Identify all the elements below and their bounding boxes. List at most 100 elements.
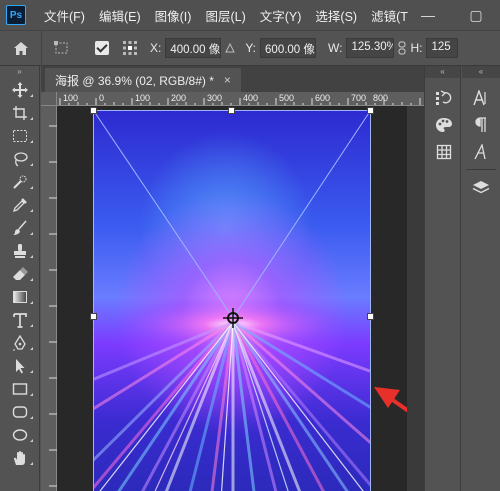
palette-icon xyxy=(435,117,452,132)
width-scale-input[interactable]: 125.30% xyxy=(346,38,395,58)
menu-select[interactable]: 选择(S) xyxy=(315,6,357,25)
eyedropper-tool[interactable] xyxy=(0,193,40,216)
grid-panel-button[interactable] xyxy=(425,138,462,165)
h-label: H: xyxy=(410,41,423,55)
panel-icons-column-2: « xyxy=(462,66,500,491)
link-icon xyxy=(398,41,406,55)
reference-point-crosshair-icon[interactable] xyxy=(223,308,243,328)
eraser-icon xyxy=(13,266,28,280)
link-proportions-button[interactable] xyxy=(394,30,410,66)
paragraph-panel-button[interactable] xyxy=(462,111,499,138)
menu-edit[interactable]: 编辑(E) xyxy=(99,6,141,25)
transform-handle-middle-right[interactable] xyxy=(367,313,374,320)
quick-select-tool[interactable] xyxy=(0,170,40,193)
rect-marquee-icon xyxy=(13,129,27,142)
character-panel-button[interactable] xyxy=(462,84,499,111)
checkbox-checked-icon xyxy=(95,41,109,55)
collapse-panels-icon[interactable]: « xyxy=(425,66,460,78)
document-tab[interactable]: 海报 @ 36.9% (02, RGB/8#) * × xyxy=(45,68,241,92)
transform-handle-top-center[interactable] xyxy=(228,107,235,114)
history-icon xyxy=(435,89,451,105)
menu-file[interactable]: 文件(F) xyxy=(44,6,85,25)
annotation-arrow-icon xyxy=(374,387,407,413)
type-tool[interactable] xyxy=(0,308,40,331)
lasso-tool[interactable] xyxy=(0,147,40,170)
hand-tool[interactable] xyxy=(0,446,40,469)
clone-stamp-tool[interactable] xyxy=(0,239,40,262)
collapse-panels-icon[interactable]: « xyxy=(462,66,500,78)
home-button[interactable] xyxy=(0,30,42,66)
brush-icon xyxy=(13,219,27,235)
panel-separator xyxy=(466,169,496,170)
move-icon xyxy=(12,81,28,98)
paragraph-icon xyxy=(474,116,486,132)
vertical-ruler[interactable] xyxy=(41,106,57,491)
minimize-button[interactable]: — xyxy=(404,0,452,30)
menu-image[interactable]: 图像(I) xyxy=(155,6,192,25)
ruler-label: 0 xyxy=(99,93,105,103)
document-tab-title: 海报 @ 36.9% (02, RGB/8#) * xyxy=(55,73,214,88)
x-position-input[interactable]: 400.00 像 xyxy=(165,38,222,58)
maximize-button[interactable]: ▢ xyxy=(452,0,500,30)
glyphs-icon xyxy=(473,143,486,159)
transform-handle-top-right[interactable] xyxy=(367,107,374,114)
hand-icon xyxy=(14,450,25,465)
rectangle-icon xyxy=(12,382,28,395)
transform-tool-icon[interactable] xyxy=(48,30,76,66)
clone-stamp-icon xyxy=(14,243,26,258)
transform-handle-top-left[interactable] xyxy=(90,107,97,114)
reference-point-locator[interactable] xyxy=(116,30,144,66)
menu-layer[interactable]: 图层(L) xyxy=(205,6,245,25)
menu-filter[interactable]: 滤镜(T xyxy=(371,6,408,25)
ruler-label: 100 xyxy=(63,93,79,103)
ruler-ticks xyxy=(59,98,421,105)
height-scale-input[interactable]: 125 xyxy=(426,38,459,58)
pen-tool[interactable] xyxy=(0,331,40,354)
canvas-area[interactable] xyxy=(57,106,407,491)
y-position-input[interactable]: 600.00 像 xyxy=(260,38,317,58)
transform-icon xyxy=(54,41,68,54)
brush-tool[interactable] xyxy=(0,216,40,239)
ellipse-tool[interactable] xyxy=(0,423,40,446)
vertical-scrollbar[interactable] xyxy=(407,106,424,491)
swatches-panel-button[interactable] xyxy=(425,111,462,138)
ruler-label: 600 xyxy=(315,93,331,103)
lasso-icon xyxy=(14,151,28,167)
move-tool[interactable] xyxy=(0,78,40,101)
eraser-tool[interactable] xyxy=(0,262,40,285)
relative-position-toggle[interactable] xyxy=(221,30,239,66)
menu-type[interactable]: 文字(Y) xyxy=(260,6,302,25)
x-label: X: xyxy=(150,41,162,55)
layers-panel-button[interactable] xyxy=(462,174,499,201)
artboard-icon xyxy=(13,105,27,120)
gradient-tool[interactable] xyxy=(0,285,40,308)
transform-handle-middle-left[interactable] xyxy=(90,313,97,320)
menu-bar: Ps 文件(F) 编辑(E) 图像(I) 图层(L) 文字(Y) 选择(S) 滤… xyxy=(0,0,500,30)
type-icon xyxy=(13,312,27,328)
ruler-label: 300 xyxy=(207,93,223,103)
w-label: W: xyxy=(328,41,343,55)
reference-point-checkbox[interactable] xyxy=(88,30,116,66)
rectangle-tool[interactable] xyxy=(0,377,40,400)
collapse-toolbar-icon[interactable]: » xyxy=(0,66,39,78)
photoshop-logo: Ps xyxy=(6,5,26,25)
ruler-label: 500 xyxy=(279,93,295,103)
horizontal-ruler[interactable]: 100 0 100 200 300 400 500 600 700 800 xyxy=(57,92,424,106)
path-select-tool[interactable] xyxy=(0,354,40,377)
transform-box xyxy=(93,110,371,491)
glyphs-panel-button[interactable] xyxy=(462,138,499,165)
path-select-icon xyxy=(16,358,25,373)
ruler-origin[interactable] xyxy=(41,92,57,106)
rounded-rect-tool[interactable] xyxy=(0,400,40,423)
panel-icons-column: « xyxy=(424,66,461,491)
character-icon xyxy=(472,89,486,105)
layers-icon xyxy=(472,180,489,193)
pen-icon xyxy=(13,334,26,350)
ruler-label: 200 xyxy=(171,93,187,103)
grid-icon xyxy=(436,144,451,159)
ruler-ticks xyxy=(49,125,57,487)
close-tab-icon[interactable]: × xyxy=(224,73,231,87)
artboard-tool[interactable] xyxy=(0,101,40,124)
marquee-tool[interactable] xyxy=(0,124,40,147)
history-panel-button[interactable] xyxy=(425,84,462,111)
